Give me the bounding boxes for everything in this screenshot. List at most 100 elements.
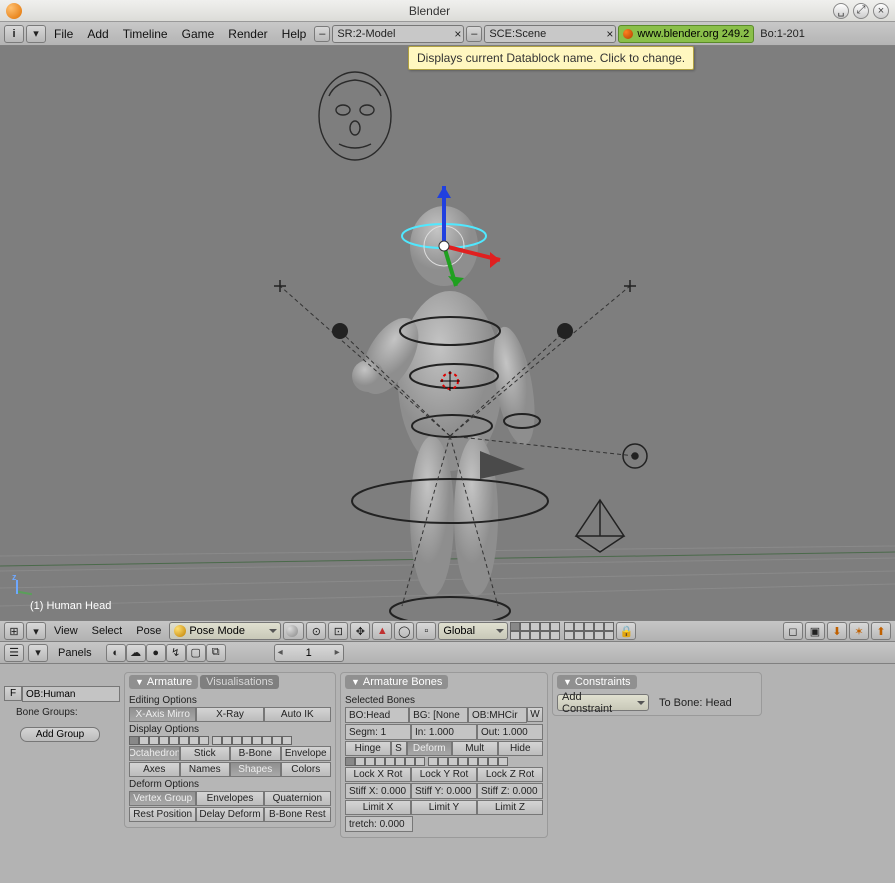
screen-browse-button[interactable]: –: [314, 26, 330, 42]
3d-viewport[interactable]: z (1) Human Head: [0, 46, 895, 620]
close-button[interactable]: ×: [873, 3, 889, 19]
view-menu[interactable]: View: [48, 625, 84, 637]
scene-name-field[interactable]: SCE:Scene ×: [484, 25, 616, 43]
rotate-manipulator[interactable]: ◯: [394, 622, 414, 640]
visualisations-tab[interactable]: Visualisations: [200, 675, 279, 689]
editing-options-label: Editing Options: [129, 694, 331, 707]
stiff-x-field[interactable]: Stiff X: 0.000: [345, 783, 411, 799]
s-button[interactable]: S: [391, 741, 407, 756]
constraints-tab[interactable]: Constraints: [557, 675, 637, 689]
delay-deform-button[interactable]: Delay Deform: [196, 807, 263, 822]
fake-user-button[interactable]: F: [4, 686, 22, 701]
context-logic[interactable]: ◐: [106, 644, 126, 662]
scene-browse-button[interactable]: –: [466, 26, 482, 42]
bone-layers-widget[interactable]: [129, 736, 331, 745]
help-menu[interactable]: Help: [276, 27, 313, 41]
layers-widget[interactable]: [510, 622, 614, 640]
context-object[interactable]: ↯: [166, 644, 186, 662]
context-editing[interactable]: ▢: [186, 644, 206, 662]
buttons-type-button[interactable]: ☰: [4, 644, 24, 662]
x-ray-button[interactable]: X-Ray: [196, 707, 263, 722]
view3d-type-button[interactable]: ⊞: [4, 622, 24, 640]
minimize-button[interactable]: ␣: [833, 3, 849, 19]
envelope-button[interactable]: Envelope: [281, 746, 332, 761]
context-script[interactable]: ☁: [126, 644, 146, 662]
add-group-button[interactable]: Add Group: [20, 727, 100, 742]
view3d-menus-button[interactable]: ▾: [26, 622, 46, 640]
w-button[interactable]: W: [527, 707, 543, 722]
frame-field[interactable]: 1: [274, 644, 344, 662]
vertex-group-button[interactable]: Vertex Group: [129, 791, 196, 806]
x-axis-mirror-button[interactable]: X-Axis Mirro: [129, 707, 196, 722]
hide-button[interactable]: Hide: [498, 741, 544, 756]
hinge-button[interactable]: Hinge: [345, 741, 391, 756]
add-menu[interactable]: Add: [81, 27, 114, 41]
mult-button[interactable]: Mult: [452, 741, 498, 756]
manipulator-button[interactable]: ✥: [350, 622, 370, 640]
render-menu[interactable]: Render: [222, 27, 273, 41]
orientation-dropdown[interactable]: Global: [438, 622, 508, 640]
render-button[interactable]: ▣: [805, 622, 825, 640]
bbone-button[interactable]: B-Bone: [230, 746, 281, 761]
octahedron-button[interactable]: Octahedron: [129, 746, 180, 761]
stick-button[interactable]: Stick: [180, 746, 231, 761]
pivot-button[interactable]: ⊙: [306, 622, 326, 640]
maximize-button[interactable]: ⤢: [853, 3, 869, 19]
limit-x-button[interactable]: Limit X: [345, 800, 411, 815]
buttons-menus-button[interactable]: ▾: [28, 644, 48, 662]
rest-position-button[interactable]: Rest Position: [129, 807, 196, 822]
armature-bones-tab[interactable]: Armature Bones: [345, 675, 448, 689]
shapes-button[interactable]: Shapes: [230, 762, 281, 777]
mode-dropdown[interactable]: Pose Mode: [169, 622, 281, 640]
version-link[interactable]: www.blender.org 249.2: [618, 25, 754, 43]
names-button[interactable]: Names: [180, 762, 231, 777]
bone-object-field[interactable]: OB:MHCir: [468, 707, 527, 723]
armature-tab[interactable]: Armature: [129, 675, 198, 689]
bone-group-field[interactable]: BG: [None: [409, 707, 468, 723]
bone-name-field[interactable]: BO:Head: [345, 707, 409, 723]
render-preview-button[interactable]: ◻: [783, 622, 803, 640]
auto-ik-button[interactable]: Auto IK: [264, 707, 331, 722]
flip-header-button[interactable]: ▾: [26, 25, 46, 43]
quaternion-button[interactable]: Quaternion: [264, 791, 331, 806]
axes-button[interactable]: Axes: [129, 762, 180, 777]
bbone-rest-button[interactable]: B-Bone Rest: [264, 807, 331, 822]
translate-manipulator[interactable]: ▲: [372, 622, 392, 640]
limit-z-button[interactable]: Limit Z: [477, 800, 543, 815]
stiff-y-field[interactable]: Stiff Y: 0.000: [411, 783, 477, 799]
game-menu[interactable]: Game: [176, 27, 221, 41]
pivot-align-button[interactable]: ⊡: [328, 622, 348, 640]
context-shading[interactable]: ●: [146, 644, 166, 662]
file-menu[interactable]: File: [48, 27, 79, 41]
in-field[interactable]: In: 1.000: [411, 724, 477, 740]
bone-layers[interactable]: [345, 757, 543, 766]
stretch-field[interactable]: tretch: 0.000: [345, 816, 413, 832]
lock-z-rot-button[interactable]: Lock Z Rot: [477, 767, 543, 782]
context-scene[interactable]: ⧉: [206, 644, 226, 662]
snap-center-button[interactable]: ✶: [849, 622, 869, 640]
draw-type-button[interactable]: [283, 622, 304, 640]
select-menu[interactable]: Select: [86, 625, 129, 637]
stiff-z-field[interactable]: Stiff Z: 0.000: [477, 783, 543, 799]
out-field[interactable]: Out: 1.000: [477, 724, 543, 740]
timeline-menu[interactable]: Timeline: [117, 27, 174, 41]
colors-button[interactable]: Colors: [281, 762, 332, 777]
limit-y-button[interactable]: Limit Y: [411, 800, 477, 815]
add-constraint-dropdown[interactable]: Add Constraint: [557, 694, 649, 711]
scale-manipulator[interactable]: ▫: [416, 622, 436, 640]
object-name-field[interactable]: OB:Human: [22, 686, 120, 702]
scene-delete-button[interactable]: ×: [606, 27, 613, 41]
envelopes-deform-button[interactable]: Envelopes: [196, 791, 263, 806]
screen-name-field[interactable]: SR:2-Model ×: [332, 25, 464, 43]
segm-field[interactable]: Segm: 1: [345, 724, 411, 740]
lock-y-rot-button[interactable]: Lock Y Rot: [411, 767, 477, 782]
lock-x-rot-button[interactable]: Lock X Rot: [345, 767, 411, 782]
window-type-button[interactable]: i: [4, 25, 24, 43]
snap-down-button[interactable]: ⬇: [827, 622, 847, 640]
pose-menu[interactable]: Pose: [130, 625, 167, 637]
panels-menu[interactable]: Panels: [52, 647, 98, 659]
deform-button[interactable]: Deform: [407, 741, 453, 756]
snap-up-button[interactable]: ⬆: [871, 622, 891, 640]
screen-delete-button[interactable]: ×: [454, 27, 461, 41]
layer-lock-button[interactable]: 🔒: [616, 622, 636, 640]
